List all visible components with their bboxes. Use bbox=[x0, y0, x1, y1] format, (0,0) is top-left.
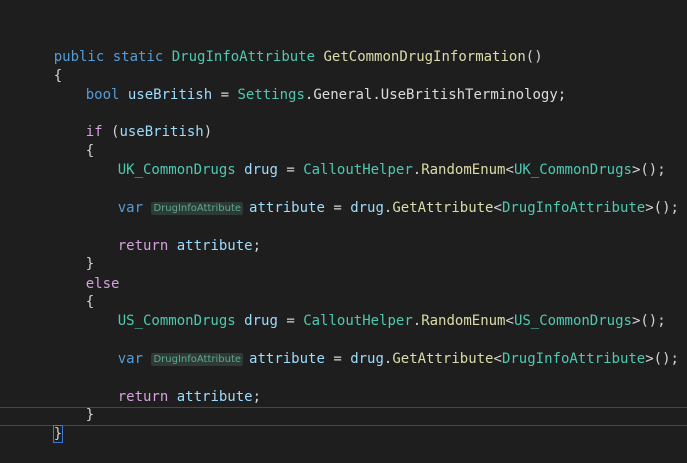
method-name: RandomEnum bbox=[421, 162, 506, 178]
type-name: CalloutHelper bbox=[303, 313, 413, 329]
type-inlay-hint: DrugInfoAttribute bbox=[151, 202, 244, 215]
type-name: DrugInfoAttribute bbox=[501, 200, 646, 216]
keyword: var bbox=[117, 351, 144, 367]
punctuation: >(); bbox=[645, 200, 679, 216]
code-line-13[interactable]: else bbox=[52, 256, 120, 292]
method-name: GetAttribute bbox=[392, 200, 494, 216]
type-name: UK_CommonDrugs bbox=[117, 162, 236, 178]
punctuation: >(); bbox=[631, 162, 666, 178]
code-line-14[interactable]: { bbox=[52, 274, 94, 310]
operator: = bbox=[324, 200, 351, 216]
punctuation: () bbox=[525, 49, 543, 65]
code-line-1[interactable]: public static DrugInfoAttribute GetCommo… bbox=[20, 29, 543, 65]
code-line-2[interactable]: { bbox=[20, 48, 62, 84]
brace: } bbox=[85, 407, 95, 423]
variable: useBritish bbox=[127, 87, 213, 103]
code-line-17[interactable]: var DrugInfoAttribute attribute = drug.Ge… bbox=[84, 331, 679, 367]
code-line-11[interactable]: return attribute; bbox=[84, 218, 261, 254]
punctuation: . bbox=[412, 313, 422, 329]
type-name: DrugInfoAttribute bbox=[501, 351, 646, 367]
punctuation: < bbox=[493, 200, 502, 216]
punctuation: < bbox=[505, 162, 514, 178]
code-line-7[interactable]: UK_CommonDrugs drug = CalloutHelper.Rand… bbox=[84, 142, 666, 178]
variable: drug bbox=[244, 313, 278, 329]
operator: = bbox=[277, 162, 304, 178]
code-line-12[interactable]: } bbox=[52, 236, 94, 272]
keyword: static bbox=[112, 49, 164, 65]
code-line-21[interactable]: } bbox=[20, 406, 64, 443]
operator: = bbox=[277, 313, 304, 329]
code-line-15[interactable]: US_CommonDrugs drug = CalloutHelper.Rand… bbox=[84, 293, 666, 329]
punctuation: >(); bbox=[631, 313, 666, 329]
keyword: return bbox=[117, 238, 169, 254]
keyword: var bbox=[117, 200, 144, 216]
type-name: DrugInfoAttribute bbox=[171, 49, 316, 65]
type-name: CalloutHelper bbox=[303, 162, 413, 178]
variable: drug bbox=[350, 200, 384, 216]
code-line-3[interactable]: bool useBritish = Settings.General.UseBr… bbox=[52, 67, 566, 103]
code-editor[interactable]: public static DrugInfoAttribute GetCommo… bbox=[0, 0, 687, 450]
operator: = bbox=[324, 351, 351, 367]
type-name: US_CommonDrugs bbox=[513, 313, 632, 329]
code-line-19[interactable]: return attribute; bbox=[84, 369, 261, 405]
current-line-highlight bbox=[0, 407, 687, 426]
punctuation: ; bbox=[252, 238, 262, 254]
variable: useBritish bbox=[119, 124, 204, 140]
type-name: US_CommonDrugs bbox=[117, 313, 236, 329]
member-access: .General.UseBritishTerminology; bbox=[304, 87, 567, 103]
variable: drug bbox=[244, 162, 278, 178]
code-line-9[interactable]: var DrugInfoAttribute attribute = drug.Ge… bbox=[84, 180, 679, 216]
variable: attribute bbox=[249, 200, 325, 216]
punctuation: >(); bbox=[645, 351, 679, 367]
code-line-20[interactable]: } bbox=[52, 387, 94, 423]
keyword: return bbox=[117, 389, 169, 405]
brace: } bbox=[52, 425, 64, 443]
punctuation: . bbox=[412, 162, 422, 178]
code-line-6[interactable]: { bbox=[52, 123, 94, 159]
variable: attribute bbox=[176, 389, 253, 405]
punctuation: < bbox=[505, 313, 514, 329]
variable: drug bbox=[350, 351, 384, 367]
punctuation: ) bbox=[203, 124, 213, 140]
method-name: GetAttribute bbox=[392, 351, 494, 367]
method-name: RandomEnum bbox=[421, 313, 506, 329]
code-line-5[interactable]: if (useBritish) bbox=[52, 104, 212, 140]
type-inlay-hint: DrugInfoAttribute bbox=[151, 353, 244, 366]
punctuation: < bbox=[493, 351, 502, 367]
type-name: Settings bbox=[237, 87, 305, 103]
punctuation: ; bbox=[252, 389, 262, 405]
punctuation: ( bbox=[102, 124, 120, 140]
method-name: GetCommonDrugInformation bbox=[323, 49, 526, 65]
keyword: bool bbox=[85, 87, 120, 103]
type-name: UK_CommonDrugs bbox=[513, 162, 632, 178]
variable: attribute bbox=[176, 238, 253, 254]
operator: = bbox=[212, 87, 238, 103]
variable: attribute bbox=[249, 351, 325, 367]
